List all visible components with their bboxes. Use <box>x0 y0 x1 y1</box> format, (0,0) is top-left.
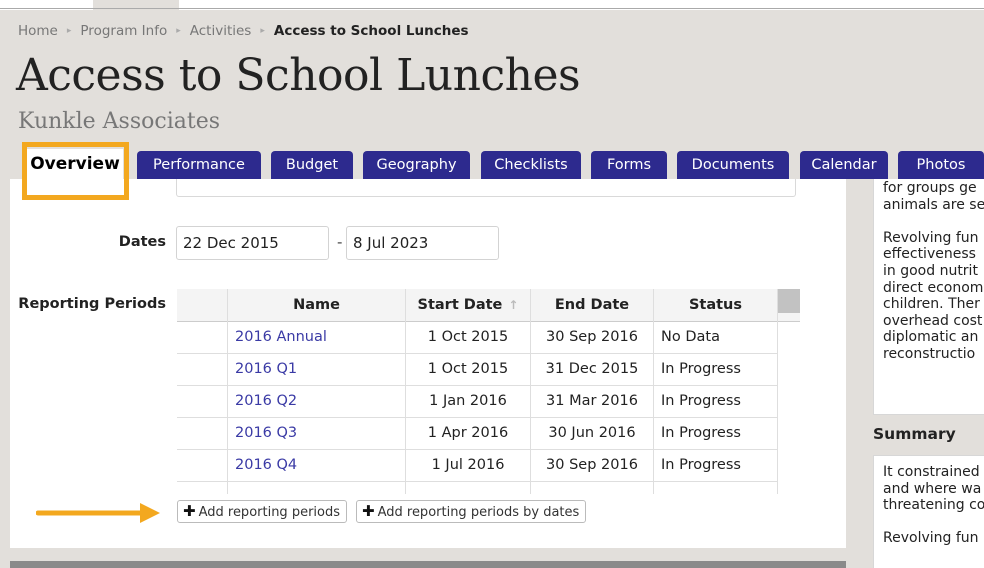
summary-line: It constrained <box>883 464 980 480</box>
row-start-date: 1 Oct 2015 <box>427 361 509 377</box>
previous-field-input[interactable] <box>176 179 796 197</box>
row-name-link[interactable]: 2016 Q3 <box>235 418 297 449</box>
add-reporting-periods-by-dates-label: Add reporting periods by dates <box>377 505 580 520</box>
description-line: for groups ge <box>883 180 977 196</box>
add-reporting-periods-label: Add reporting periods <box>198 505 341 520</box>
breadcrumb: Home ▸ Program Info ▸ Activities ▸ Access to S… <box>18 23 469 39</box>
tab-calendar[interactable]: Calendar <box>800 151 888 179</box>
description-box: for groups ge animals are se Revolving f… <box>873 179 984 415</box>
row-start-date: 1 Oct 2015 <box>427 329 509 345</box>
description-line: children. Ther <box>883 296 980 313</box>
tab-checklists[interactable]: Checklists <box>481 151 581 179</box>
end-date-input[interactable]: 8 Jul 2023 <box>346 226 499 260</box>
summary-line: Revolving fun <box>883 530 979 547</box>
grid-row-divider <box>177 481 777 482</box>
summary-line: threatening co <box>883 497 984 514</box>
row-name-link[interactable]: 2016 Q1 <box>235 354 297 385</box>
annotation-arrow-icon <box>36 503 160 523</box>
right-sidebar: for groups ge animals are se Revolving f… <box>862 179 984 568</box>
breadcrumb-separator-icon: ▸ <box>176 26 181 36</box>
row-name-link[interactable]: 2016 Q4 <box>235 450 297 481</box>
add-reporting-periods-button[interactable]: ✚ Add reporting periods <box>177 500 348 523</box>
breadcrumb-activities[interactable]: Activities <box>190 23 252 39</box>
row-start-date: 1 Jan 2016 <box>429 393 507 409</box>
top-divider <box>0 8 984 9</box>
row-end-date: 30 Sep 2016 <box>546 457 638 473</box>
tab-photos[interactable]: Photos <box>898 151 984 179</box>
row-name-link[interactable]: 2016 Q2 <box>235 386 297 417</box>
reporting-periods-grid: Name Start Date ↑ End Date Status 2016 An… <box>177 289 800 494</box>
description-line: animals are se <box>883 196 984 213</box>
description-line: in good nutrit <box>883 262 978 279</box>
page-subtitle: Kunkle Associates <box>18 109 221 134</box>
row-end-date: 31 Dec 2015 <box>545 361 639 377</box>
reporting-periods-label: Reporting Periods <box>18 296 166 312</box>
breadcrumb-home[interactable]: Home <box>18 23 58 39</box>
row-start-date: 1 Jul 2016 <box>431 457 505 473</box>
row-status: In Progress <box>661 425 741 441</box>
grid-scrollbar[interactable] <box>777 289 800 313</box>
column-header-name[interactable]: Name <box>228 289 405 322</box>
row-start-date: 1 Apr 2016 <box>427 425 509 441</box>
tab-forms[interactable]: Forms <box>591 151 667 179</box>
column-header-status[interactable]: Status <box>654 289 777 322</box>
row-status: In Progress <box>661 393 741 409</box>
summary-line <box>883 514 984 531</box>
row-name-link[interactable]: 2016 Annual <box>235 322 327 353</box>
breadcrumb-current: Access to School Lunches <box>273 23 469 39</box>
summary-box: It constrained and where wa threatening … <box>873 455 984 568</box>
description-line: reconstructio <box>883 345 976 362</box>
breadcrumb-separator-icon: ▸ <box>66 26 72 36</box>
description-line: effectiveness <box>883 246 976 263</box>
dates-label: Dates <box>118 234 166 250</box>
sort-ascending-icon: ↑ <box>508 298 519 312</box>
column-header-start-date-label: Start Date <box>417 297 503 313</box>
overview-highlight-box <box>22 142 129 200</box>
breadcrumb-separator-icon: ▸ <box>260 26 265 36</box>
column-header-end-date[interactable]: End Date <box>531 289 653 322</box>
breadcrumb-program-info[interactable]: Program Info <box>80 23 167 39</box>
tab-performance[interactable]: Performance <box>137 151 261 179</box>
description-line: overhead cost <box>883 312 983 329</box>
description-line <box>883 213 984 230</box>
row-status: In Progress <box>661 457 741 473</box>
add-reporting-periods-by-dates-button[interactable]: ✚ Add reporting periods by dates <box>356 500 587 523</box>
description-line: diplomatic an <box>883 329 979 346</box>
column-header-start-date[interactable]: Start Date ↑ <box>406 289 530 322</box>
start-date-input[interactable]: 22 Dec 2015 <box>176 226 329 260</box>
summary-line: and where wa <box>883 480 982 497</box>
plus-icon: ✚ <box>183 502 196 520</box>
description-line: Revolving fun <box>883 229 979 246</box>
row-status: In Progress <box>661 361 741 377</box>
description-line: direct econom <box>883 279 984 296</box>
row-end-date: 30 Sep 2016 <box>546 329 638 345</box>
plus-icon: ✚ <box>362 502 375 520</box>
row-end-date: 30 Jun 2016 <box>548 425 636 441</box>
page-title: Access to School Lunches <box>16 50 581 101</box>
grid-column-divider <box>777 289 778 494</box>
summary-heading: Summary <box>873 425 956 443</box>
tab-documents[interactable]: Documents <box>677 151 789 179</box>
next-section-header-bar <box>10 561 846 568</box>
row-status: No Data <box>661 329 720 345</box>
tab-budget[interactable]: Budget <box>271 151 353 179</box>
tab-geography[interactable]: Geography <box>363 151 470 179</box>
date-range-separator: - <box>337 233 343 251</box>
row-end-date: 31 Mar 2016 <box>546 393 638 409</box>
